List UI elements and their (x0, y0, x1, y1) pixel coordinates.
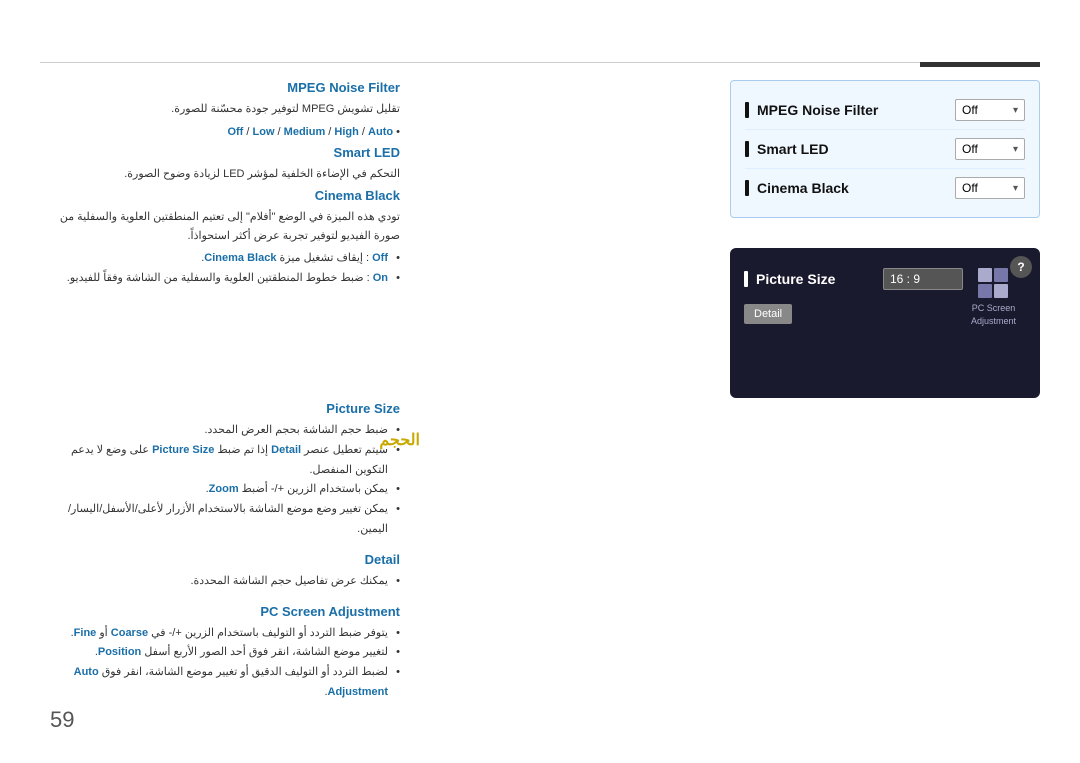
smart-led-row: Smart LED Off ▾ (745, 130, 1025, 169)
picture-size-panel-row: Picture Size 16 : 9 ▾ (744, 260, 963, 298)
cinema-black-select[interactable]: Off ▾ (955, 177, 1025, 199)
smart-led-select-value: Off (962, 142, 978, 156)
detail-button[interactable]: Detail (744, 304, 792, 324)
smart-led-select[interactable]: Off ▾ (955, 138, 1025, 160)
mpeg-title: MPEG Noise Filter (40, 80, 400, 95)
question-mark-icon[interactable]: ? (1010, 256, 1032, 278)
picture-size-bullets: ضبط حجم الشاشة بحجم العرض المحدد. سيتم ت… (40, 421, 400, 540)
bottom-panel-left: Picture Size 16 : 9 ▾ Detail (744, 260, 963, 324)
pc-screen-title: PC Screen Adjustment (40, 604, 400, 619)
pc-screen-bullet-1: يتوفر ضبط التردد أو التوليف باستخدام الز… (40, 624, 400, 644)
right-panel: MPEG Noise Filter Off ▾ Smart LED Off ▾ … (730, 80, 1040, 398)
cinema-black-select-value: Off (962, 181, 978, 195)
detail-bullets: يمكنك عرض تفاصيل حجم الشاشة المحددة. (40, 572, 400, 592)
detail-bullet-1: يمكنك عرض تفاصيل حجم الشاشة المحددة. (40, 572, 400, 592)
detail-title: Detail (40, 552, 400, 567)
smart-led-title: Smart LED (40, 145, 400, 160)
picture-size-bullet-3: يمكن باستخدام الزرين +/- أضبط Zoom. (40, 480, 400, 500)
picture-size-panel-label: Picture Size (744, 271, 835, 287)
mosaic-cell-3 (978, 284, 992, 298)
mosaic-cell-1 (978, 268, 992, 282)
bottom-panel-inner: Picture Size 16 : 9 ▾ Detail PC Scre (744, 260, 1026, 327)
mpeg-row: MPEG Noise Filter Off ▾ (745, 91, 1025, 130)
picture-size-bullet-2: سيتم تعطيل عنصر Detail إذا تم ضبط Pictur… (40, 441, 400, 481)
picture-size-bullet-1: ضبط حجم الشاشة بحجم العرض المحدد. (40, 421, 400, 441)
pc-screen-label-text: PC ScreenAdjustment (971, 302, 1016, 327)
pc-screen-visual: PC ScreenAdjustment (971, 268, 1016, 327)
smart-led-row-label: Smart LED (745, 141, 829, 157)
mpeg-description: تقليل تشويش MPEG لتوفير جودة محسّنة للصو… (40, 100, 400, 119)
smart-led-description: التحكم في الإضاءة الخلفية لمؤشر LED لزيا… (40, 165, 400, 184)
mosaic-cell-2 (994, 268, 1008, 282)
mpeg-options: • Off / Low / Medium / High / Auto (40, 123, 400, 142)
cinema-black-row-label: Cinema Black (745, 180, 849, 196)
cinema-black-bullet-2: On : ضبط خطوط المنطقتين العلوية والسفلية… (40, 269, 400, 289)
top-ui-panel: MPEG Noise Filter Off ▾ Smart LED Off ▾ … (730, 80, 1040, 218)
left-content: MPEG Noise Filter تقليل تشويش MPEG لتوفي… (40, 80, 400, 715)
cinema-black-dropdown-icon: ▾ (1013, 183, 1018, 194)
bottom-ui-panel: ? Picture Size 16 : 9 ▾ Detail (730, 248, 1040, 398)
mpeg-select-value: Off (962, 103, 978, 117)
mosaic-icon (978, 268, 1008, 298)
mosaic-cell-4 (994, 284, 1008, 298)
picture-size-select-value: 16 : 9 (890, 272, 920, 286)
pc-screen-bullet-2: لتغيير موضع الشاشة، انقر فوق أحد الصور ا… (40, 643, 400, 663)
picture-size-bullet-4: يمكن تغيير وضع موضع الشاشة بالاستخدام ال… (40, 500, 400, 540)
cinema-black-description: تودي هذه الميزة في الوضع "أفلام" إلى تعت… (40, 208, 400, 245)
cinema-black-title: Cinema Black (40, 188, 400, 203)
picture-size-title: Picture Size (40, 401, 400, 416)
cinema-black-row: Cinema Black Off ▾ (745, 169, 1025, 207)
cinema-black-bullets: Off : إيقاف تشغيل ميزة Cinema Black. On … (40, 249, 400, 289)
picture-size-select[interactable]: 16 : 9 ▾ (883, 268, 963, 290)
smart-led-dropdown-icon: ▾ (1013, 144, 1018, 155)
right-accent (920, 62, 1040, 67)
mpeg-row-label: MPEG Noise Filter (745, 102, 878, 118)
top-border (40, 62, 1040, 63)
mpeg-dropdown-icon: ▾ (1013, 105, 1018, 116)
mpeg-select[interactable]: Off ▾ (955, 99, 1025, 121)
pc-screen-bullets: يتوفر ضبط التردد أو التوليف باستخدام الز… (40, 624, 400, 703)
picture-size-dropdown-icon: ▾ (951, 274, 956, 285)
cinema-black-bullet-1: Off : إيقاف تشغيل ميزة Cinema Black. (40, 249, 400, 269)
pc-screen-bullet-3: لضبط التردد أو التوليف الدقيق أو تغيير م… (40, 663, 400, 703)
